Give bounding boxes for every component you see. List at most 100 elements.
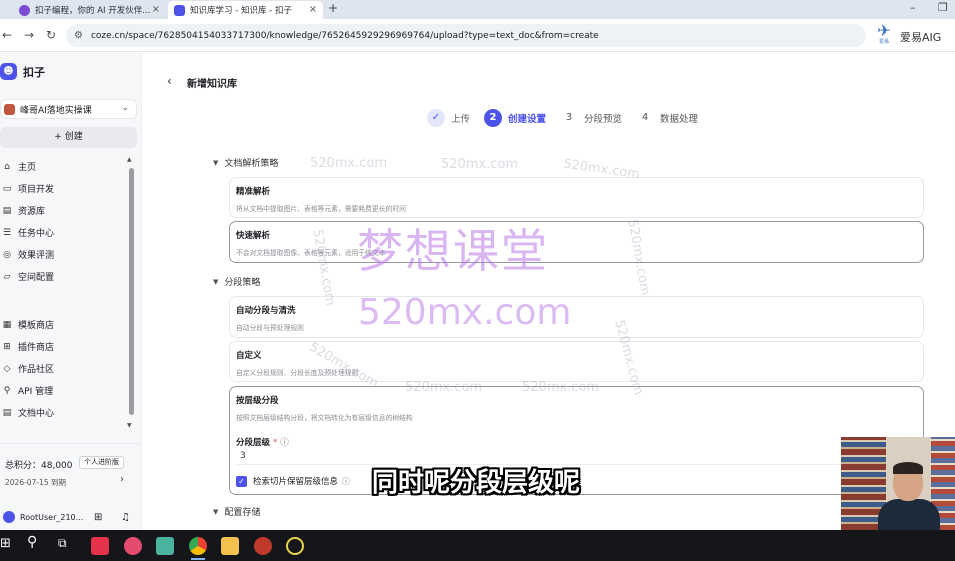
step-number: 3	[565, 112, 573, 123]
section-title: 配置存储	[224, 508, 261, 518]
sidebar-item-label: 插件商店	[18, 343, 55, 353]
sidebar-item-label: 任务中心	[18, 229, 55, 239]
sidebar-item-label: 空间配置	[18, 273, 55, 283]
step-label: 数据处理	[660, 114, 699, 125]
username[interactable]: RootUser_210...	[20, 513, 83, 522]
option-desc: 自动分段与预处理规则	[236, 324, 304, 332]
webcam-overlay	[841, 437, 955, 530]
divider	[0, 443, 140, 444]
sidebar-item-home[interactable]: ⌂ 主页	[2, 160, 37, 174]
video-subtitle: 同时呢分段层级呢	[372, 468, 581, 498]
sidebar-item-label: 作品社区	[18, 365, 55, 375]
chevron-right-icon[interactable]: ›	[120, 474, 124, 485]
sidebar-item-library[interactable]: ▤ 资源库	[2, 204, 45, 218]
step-data-processing: 4 数据处理	[636, 109, 698, 127]
step-upload: ✓ 上传	[427, 109, 470, 127]
sidebar-item-label: 模板商店	[18, 321, 55, 331]
url-text[interactable]: coze.cn/space/7628504154033717300/knowle…	[91, 31, 599, 41]
search-icon[interactable]: ⚲	[27, 534, 45, 552]
file-explorer-icon[interactable]	[221, 537, 239, 555]
step-label: 分段预览	[584, 114, 623, 125]
tab-title: 知识库学习 - 知识库 - 扣子	[190, 6, 292, 16]
segment-strategy-header[interactable]: ▼ 分段策略	[213, 275, 261, 289]
minimize-icon[interactable]: –	[910, 1, 916, 14]
retain-level-checkbox-row[interactable]: ✓ 检索切片保留层级信息 ⓘ	[236, 475, 350, 487]
sidebar-item-label: API 管理	[18, 387, 54, 397]
step-label: 创建设置	[508, 114, 547, 125]
sidebar-item-label: 效果评测	[18, 251, 55, 261]
tab-title: 扣子编程，你的 AI 开发伙伴...	[35, 6, 151, 16]
sidebar-item-project[interactable]: ▭ 项目开发	[2, 182, 54, 196]
section-title: 分段策略	[224, 278, 261, 288]
stepper: ✓ 上传 2 创建设置 3 分段预览 4 数据处理	[427, 108, 712, 128]
browser-tab-active[interactable]: 知识库学习 - 知识库 - 扣子 ×	[168, 1, 323, 19]
brand-name: 扣子	[23, 65, 45, 79]
sidebar-item-template-store[interactable]: ▦ 模板商店	[2, 318, 55, 332]
parse-option-fast[interactable]: 快速解析 不会对文档提取图像、表格等元素，适用于纯文本	[229, 221, 924, 263]
app-red-icon[interactable]	[254, 537, 272, 555]
segment-option-auto[interactable]: 自动分段与清洗 自动分段与预处理规则	[229, 296, 924, 338]
app-pink-icon[interactable]	[124, 537, 142, 555]
presenter-body	[878, 499, 940, 530]
site-info-icon[interactable]: ⚙	[74, 30, 83, 41]
reload-icon[interactable]: ↻	[46, 28, 56, 42]
windows-start-icon[interactable]: ⊞	[0, 536, 18, 554]
parse-strategy-header[interactable]: ▼ 文档解析策略	[213, 156, 278, 170]
sidebar-item-docs[interactable]: ▤ 文档中心	[2, 406, 55, 420]
forward-arrow-icon[interactable]: →	[24, 28, 34, 42]
step-number: 2	[484, 109, 503, 127]
app-xmind-icon[interactable]	[91, 537, 109, 555]
os-taskbar: ⊞ ⚲ ⧉	[0, 530, 955, 561]
sidebar-item-plugin-store[interactable]: ⊞ 插件商店	[2, 340, 55, 354]
workspace-selector[interactable]: 峰哥AI落地实操课 ⌄	[0, 99, 137, 119]
app-yellow-ring-icon[interactable]	[286, 537, 304, 555]
sidebar-item-label: 主页	[18, 163, 37, 173]
create-button[interactable]: + 创建	[0, 127, 137, 148]
space-config-icon: ▱	[3, 271, 11, 282]
check-icon: ✓	[427, 109, 445, 127]
avatar[interactable]	[3, 511, 15, 523]
project-icon: ▭	[2, 183, 12, 194]
close-tab-icon[interactable]: ×	[309, 4, 317, 15]
sidebar-item-api[interactable]: ⚲ API 管理	[2, 384, 54, 398]
task-view-icon[interactable]: ⧉	[58, 536, 76, 554]
new-tab-button[interactable]: +	[328, 1, 338, 15]
apps-grid-icon[interactable]: ⊞	[94, 512, 102, 523]
address-bar-row: ← → ↻ ⚙ coze.cn/space/762850415403371730…	[0, 19, 955, 52]
scroll-up-arrow-icon[interactable]: ▲	[127, 156, 132, 163]
sidebar-item-community[interactable]: ◇ 作品社区	[2, 362, 55, 376]
scroll-down-arrow-icon[interactable]: ▼	[127, 422, 132, 429]
parse-option-precise[interactable]: 精准解析 将从文档中提取图片、表格等元素，需要耗费更长的时间	[229, 177, 924, 218]
option-desc: 按照文档层级结构分段，将文档转化为有层级信息的树结构	[236, 414, 413, 422]
segment-option-custom[interactable]: 自定义 自定义分段规则、分段长度及预处理规则	[229, 341, 924, 382]
address-bar[interactable]: ⚙ coze.cn/space/7628504154033717300/know…	[66, 24, 866, 47]
browser-tab[interactable]: 扣子编程，你的 AI 开发伙伴... ×	[13, 1, 166, 19]
sidebar-item-label: 文档中心	[18, 409, 55, 419]
option-title: 精准解析	[236, 187, 271, 197]
docs-icon: ▤	[2, 407, 12, 418]
chrome-icon[interactable]	[189, 537, 207, 560]
sidebar: ☻ 扣子 峰哥AI落地实操课 ⌄ + 创建 ⌂ 主页 ▭ 项目开发 ▤ 资源库 …	[0, 53, 142, 530]
sidebar-item-eval[interactable]: ◎ 效果评测	[2, 248, 55, 262]
points-total: 总积分：48,000	[5, 461, 73, 471]
app-teal-icon[interactable]	[156, 537, 174, 555]
brand[interactable]: ☻ 扣子	[0, 63, 45, 80]
sidebar-scrollbar[interactable]	[129, 168, 134, 415]
restore-icon[interactable]: ❐	[938, 1, 948, 14]
info-icon[interactable]: ⓘ	[342, 476, 350, 487]
plugin-store-icon: ⊞	[3, 341, 11, 352]
back-chevron-icon[interactable]: ‹	[167, 74, 172, 88]
checkbox-checked-icon[interactable]: ✓	[236, 475, 247, 487]
sidebar-item-space-config[interactable]: ▱ 空间配置	[2, 270, 55, 284]
plan-badge[interactable]: 个人进阶版	[79, 456, 124, 469]
sidebar-item-tasks[interactable]: ☰ 任务中心	[2, 226, 55, 240]
api-icon: ⚲	[3, 385, 11, 396]
close-tab-icon[interactable]: ×	[152, 4, 160, 15]
back-arrow-icon[interactable]: ←	[2, 28, 12, 42]
coze-logo-icon: ☻	[0, 63, 17, 80]
step-label: 上传	[451, 114, 471, 125]
storage-config-header[interactable]: ▼ 配置存储	[213, 505, 261, 519]
page-title: 新增知识库	[187, 79, 237, 90]
chevron-down-icon: ⌄	[121, 103, 129, 113]
bell-icon[interactable]: ♫	[121, 512, 130, 523]
